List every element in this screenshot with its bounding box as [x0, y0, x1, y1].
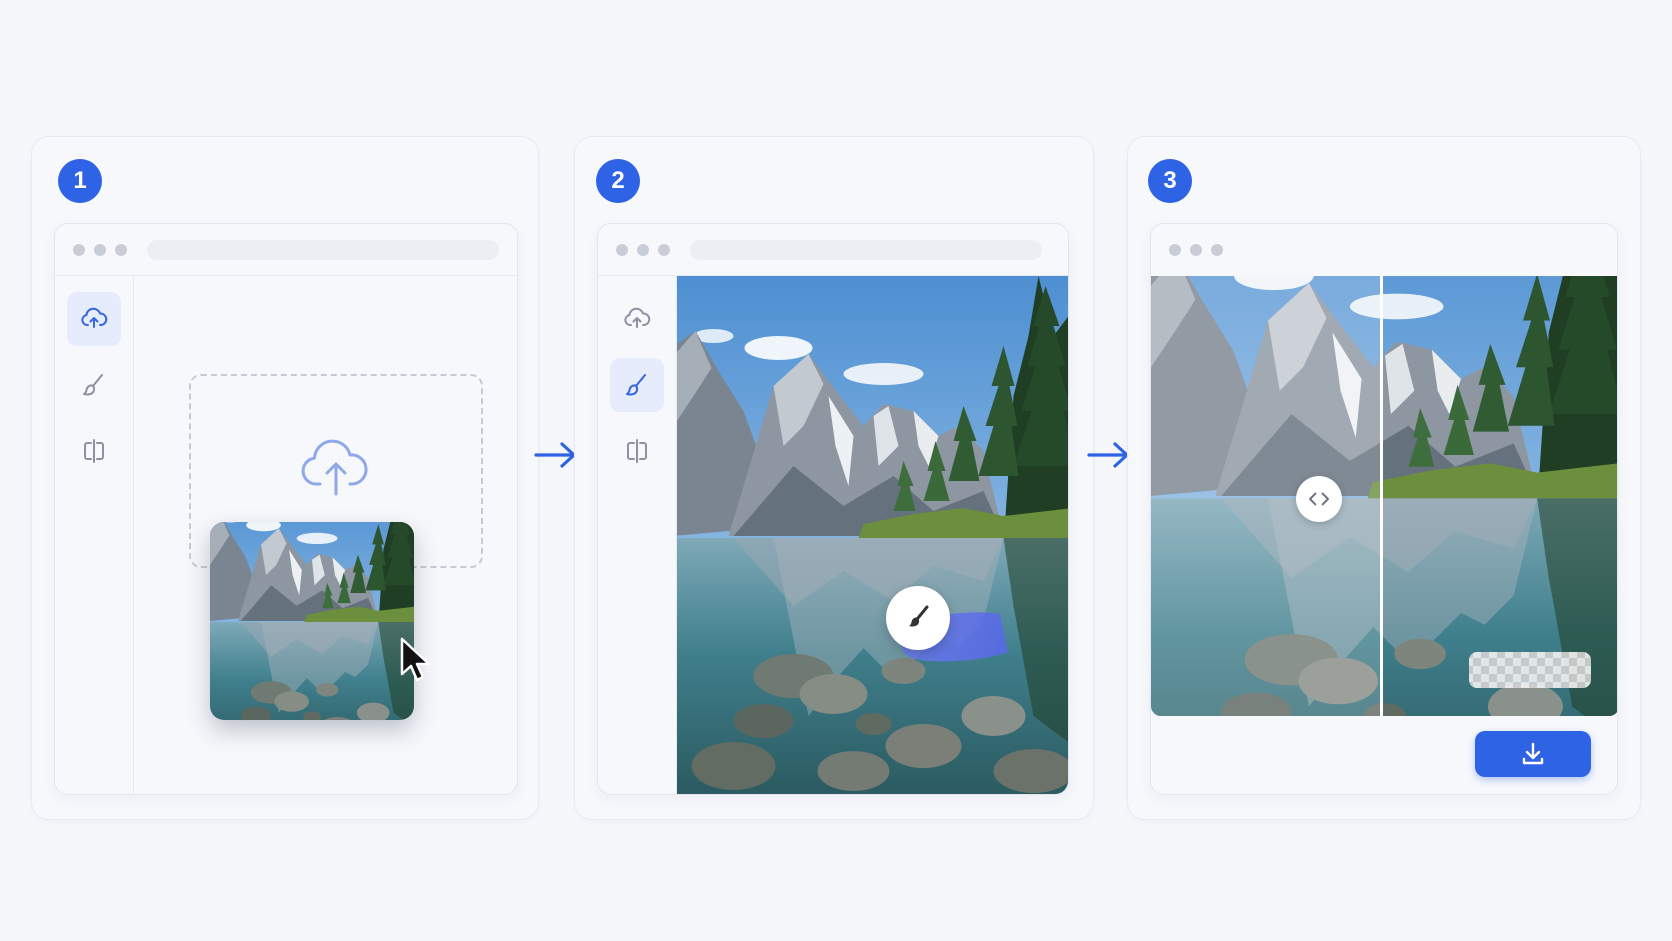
step-3-badge: 3	[1148, 159, 1192, 203]
tool-sidebar	[55, 276, 134, 794]
compare-divider[interactable]	[1380, 276, 1383, 716]
step-3-panel: 3	[1127, 136, 1641, 820]
arrow-right-icon	[1087, 442, 1129, 468]
window-titlebar	[598, 224, 1068, 276]
step-1-window	[54, 223, 518, 795]
step-3-window	[1150, 223, 1618, 795]
upload-tool-button[interactable]	[610, 292, 664, 346]
download-button[interactable]	[1475, 731, 1591, 777]
brush-icon	[83, 374, 103, 396]
brush-tool-button[interactable]	[67, 358, 121, 412]
chevrons-left-right-icon	[1309, 492, 1329, 506]
editing-canvas[interactable]	[677, 276, 1069, 795]
dragged-image-thumbnail[interactable]	[210, 522, 414, 720]
compare-tool-button[interactable]	[610, 424, 664, 478]
step-2-badge: 2	[596, 159, 640, 203]
download-icon	[1522, 742, 1544, 765]
landscape-image	[677, 276, 1069, 795]
window-titlebar	[1151, 224, 1617, 276]
window-controls[interactable]	[1169, 244, 1223, 256]
step-1-badge: 1	[58, 159, 102, 203]
step-1-panel: 1	[31, 136, 539, 820]
transparent-area-checker	[1469, 652, 1591, 688]
arrow-right-icon	[534, 442, 576, 468]
address-bar[interactable]	[690, 240, 1042, 260]
landscape-image	[210, 522, 414, 720]
upload-cloud-icon	[301, 439, 368, 496]
window-controls[interactable]	[616, 244, 670, 256]
window-titlebar	[55, 224, 517, 276]
compare-tool-button[interactable]	[67, 424, 121, 478]
address-bar[interactable]	[147, 240, 499, 260]
upload-tool-button[interactable]	[67, 292, 121, 346]
tool-sidebar	[598, 276, 677, 794]
compare-split-icon	[84, 439, 104, 463]
mouse-pointer-icon	[400, 637, 431, 682]
before-image-overlay	[1151, 276, 1380, 716]
brush-icon	[626, 374, 646, 396]
brush-icon	[909, 605, 929, 627]
upload-cloud-icon	[624, 307, 651, 328]
brush-tool-button[interactable]	[610, 358, 664, 412]
upload-cloud-icon	[81, 307, 108, 328]
window-controls[interactable]	[73, 244, 127, 256]
step-2-panel: 2	[574, 136, 1094, 820]
compare-split-icon	[627, 439, 647, 463]
workflow-stage: 1 2 3	[0, 0, 1672, 941]
step-2-window	[597, 223, 1069, 795]
brush-cursor[interactable]	[886, 586, 950, 650]
before-after-compare[interactable]	[1151, 276, 1618, 716]
compare-slider-handle[interactable]	[1296, 476, 1342, 522]
